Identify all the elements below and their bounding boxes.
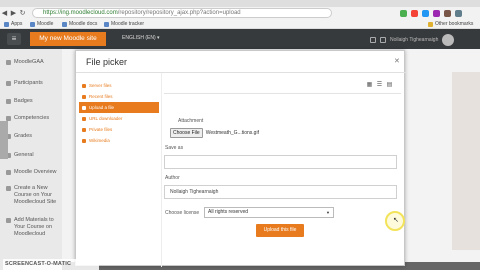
- private-files-icon: [82, 128, 86, 132]
- repo-upload-file[interactable]: Upload a file: [79, 102, 159, 113]
- nav-item-grades[interactable]: Grades: [6, 133, 60, 140]
- left-navigation: MoodleGAA Participants Badges Competenci…: [0, 49, 62, 270]
- divider: [164, 93, 401, 94]
- upload-file-button[interactable]: Upload this file: [256, 224, 304, 237]
- nav-item-badges[interactable]: Badges: [6, 98, 60, 105]
- folder-icon: [6, 186, 11, 191]
- apps-icon: [4, 21, 9, 27]
- repo-url-downloader[interactable]: URL downloader: [79, 113, 159, 124]
- user-area: Nollaigh Tighearnaigh: [370, 34, 455, 46]
- language-menu[interactable]: ENGLISH (EN) ▾: [122, 35, 160, 41]
- extension-icons: [400, 10, 462, 17]
- repository-list: Server files Recent files Upload a file …: [79, 80, 159, 146]
- dialog-title: File picker: [86, 57, 128, 67]
- chevron-down-icon: ▼: [326, 210, 330, 215]
- list-view-icon[interactable]: ☰: [376, 82, 383, 89]
- browser-toolbar: ◀ ▶ ↻ https://ing.moodlecloud.com/reposi…: [0, 7, 480, 20]
- nav-item-moodle-overview[interactable]: Moodle Overview: [6, 169, 60, 176]
- close-icon[interactable]: ✕: [394, 57, 400, 65]
- license-value: All rights reserved: [208, 209, 249, 215]
- bookmark-icon: [104, 21, 109, 27]
- save-as-input[interactable]: [164, 155, 397, 169]
- server-files-icon: [82, 84, 86, 88]
- attachment-label: Attachment: [178, 118, 204, 124]
- menu-icon[interactable]: [455, 10, 462, 17]
- bookmark-item[interactable]: Moodle: [30, 21, 53, 27]
- nav-item-general[interactable]: General: [6, 152, 60, 159]
- avatar[interactable]: [442, 34, 455, 46]
- grid-view-icon[interactable]: ▦: [366, 82, 373, 89]
- bookmark-item[interactable]: Apps: [4, 21, 22, 27]
- user-name[interactable]: Nollaigh Tighearnaigh: [390, 37, 438, 43]
- folder-icon: [6, 170, 11, 175]
- view-switcher: ▦ ☰ ▤: [366, 82, 393, 89]
- repo-private-files[interactable]: Private files: [79, 124, 159, 135]
- extension-icon[interactable]: [411, 10, 418, 17]
- site-name-button[interactable]: My new Moodle site: [30, 32, 106, 46]
- license-label: Choose license: [165, 210, 200, 216]
- site-header: ≡ My new Moodle site ENGLISH (EN) ▾ Noll…: [0, 29, 480, 49]
- selected-file-name: Westmeath_G...tions.gif: [205, 130, 259, 136]
- users-icon: [6, 81, 11, 86]
- author-label: Author: [165, 175, 180, 181]
- repo-server-files[interactable]: Server files: [79, 80, 159, 91]
- license-select[interactable]: All rights reserved ▼: [204, 207, 334, 218]
- folder-icon: [428, 21, 433, 27]
- upload-icon: [82, 106, 86, 110]
- save-as-label: Save as: [165, 145, 184, 151]
- nav-item-participants[interactable]: Participants: [6, 80, 60, 87]
- tree-view-icon[interactable]: ▤: [386, 82, 393, 89]
- bookmark-icon: [62, 21, 67, 27]
- bookmark-item[interactable]: Moodle tracker: [104, 21, 144, 27]
- watermark: SCREENCAST-O-MATIC: [3, 259, 99, 270]
- browser-tab-strip: [0, 0, 480, 7]
- reload-icon[interactable]: ↻: [18, 7, 27, 20]
- address-bar[interactable]: https://ing.moodlecloud.com/repository/r…: [32, 8, 332, 18]
- extension-icon[interactable]: [400, 10, 407, 17]
- bookmark-item[interactable]: Moodle docs: [62, 21, 97, 27]
- repo-wikimedia[interactable]: Wikimedia: [79, 135, 159, 146]
- bookmarks-bar: Apps Moodle Moodle docs Moodle tracker O…: [0, 20, 480, 29]
- nav-item-create-course[interactable]: Create a New Course on Your Moodlecloud …: [6, 185, 60, 206]
- drawer-handle[interactable]: [0, 121, 8, 159]
- folder-icon: [6, 218, 11, 223]
- nav-item-course[interactable]: MoodleGAA: [6, 59, 60, 66]
- bookmark-icon: [30, 21, 35, 27]
- back-icon[interactable]: ◀: [0, 7, 9, 20]
- right-panel: [452, 72, 480, 250]
- extension-icon[interactable]: [444, 10, 451, 17]
- url-icon: [82, 117, 86, 121]
- nav-item-add-materials[interactable]: Add Materials to Your Course on Moodlecl…: [6, 217, 60, 238]
- extension-icon[interactable]: [422, 10, 429, 17]
- extension-icon[interactable]: [433, 10, 440, 17]
- author-input[interactable]: Nollaigh Tighearnaigh: [164, 185, 397, 199]
- file-chooser-row: Choose File Westmeath_G...tions.gif: [170, 128, 259, 138]
- course-icon: [6, 60, 11, 65]
- nav-item-competencies[interactable]: Competencies: [6, 115, 60, 122]
- choose-file-button[interactable]: Choose File: [170, 128, 203, 138]
- upload-form: ▦ ☰ ▤: [161, 73, 406, 267]
- url-domain: https://ing.moodlecloud.com: [43, 10, 118, 16]
- other-bookmarks[interactable]: Other bookmarks: [428, 21, 473, 27]
- url-path: /repository/repository_ajax.php?action=u…: [117, 10, 241, 16]
- hamburger-menu-icon[interactable]: ≡: [7, 33, 21, 45]
- notification-icon[interactable]: [370, 37, 376, 43]
- mouse-cursor-icon: ↖: [393, 217, 399, 224]
- file-picker-dialog: File picker ✕ Server files Recent files …: [75, 50, 406, 267]
- recent-files-icon: [82, 95, 86, 99]
- messages-icon[interactable]: [380, 37, 386, 43]
- badge-icon: [6, 99, 11, 104]
- wikimedia-icon: [82, 139, 86, 143]
- repo-recent-files[interactable]: Recent files: [79, 91, 159, 102]
- forward-icon[interactable]: ▶: [9, 7, 18, 20]
